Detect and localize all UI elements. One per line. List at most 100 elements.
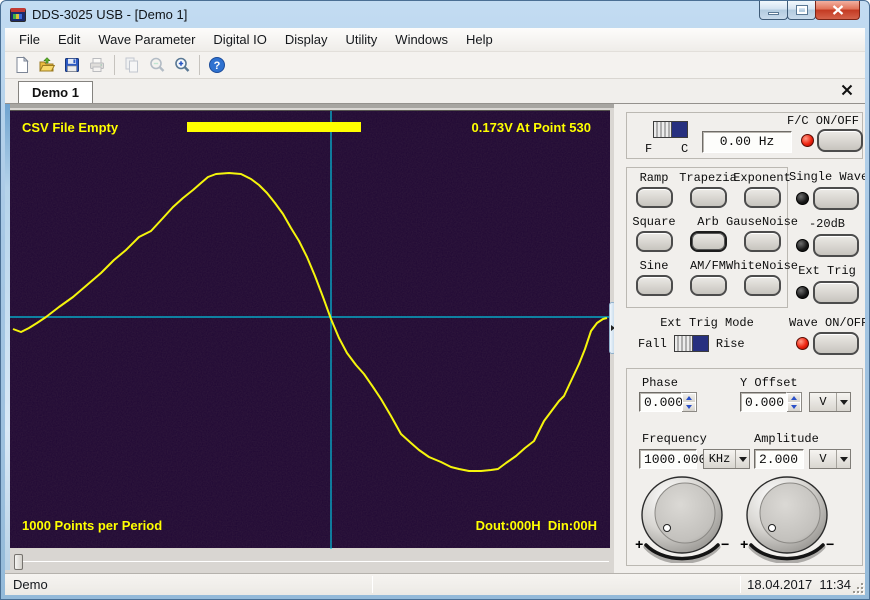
whitenoise-button[interactable] xyxy=(744,275,781,296)
phase-label: Phase xyxy=(642,376,678,390)
menu-help[interactable]: Help xyxy=(457,29,502,50)
spin-down-icon[interactable] xyxy=(787,402,801,411)
frequency-input[interactable]: 1000.000 xyxy=(639,449,697,469)
cursor-readout-text: 0.173V At Point 530 xyxy=(472,120,591,135)
minimize-button[interactable] xyxy=(759,1,788,20)
y-offset-spinner[interactable] xyxy=(787,392,802,412)
exponent-button[interactable] xyxy=(744,187,781,208)
spin-up-icon[interactable] xyxy=(682,393,696,402)
zoom-in-icon xyxy=(173,56,191,74)
knob-indicator-dot xyxy=(664,525,671,532)
save-button[interactable] xyxy=(60,53,84,77)
wave-onoff-button[interactable] xyxy=(813,332,859,355)
close-button[interactable] xyxy=(815,1,860,20)
arb-label: Arb xyxy=(690,215,727,229)
y-offset-input[interactable]: 0.000 xyxy=(740,392,787,412)
status-separator xyxy=(372,576,373,593)
tab-demo1[interactable]: Demo 1 xyxy=(18,81,93,103)
amplitude-knob[interactable]: + − xyxy=(737,475,837,563)
maximize-button[interactable] xyxy=(787,1,816,20)
amfm-button[interactable] xyxy=(690,275,727,296)
single-wave-button[interactable] xyxy=(813,187,859,210)
chevron-down-icon[interactable] xyxy=(836,450,850,468)
gausenoise-button[interactable] xyxy=(744,231,781,252)
menu-edit[interactable]: Edit xyxy=(49,29,89,50)
fc-onoff-button[interactable] xyxy=(817,129,863,152)
menu-digital-io[interactable]: Digital IO xyxy=(204,29,275,50)
menu-utility[interactable]: Utility xyxy=(337,29,387,50)
menu-windows[interactable]: Windows xyxy=(386,29,457,50)
close-icon xyxy=(832,5,844,15)
open-folder-icon xyxy=(38,56,56,74)
svg-text:+: + xyxy=(635,538,643,554)
window-title: DDS-3025 USB - [Demo 1] xyxy=(32,7,187,22)
svg-text:−: − xyxy=(826,538,834,554)
horizontal-trackbar[interactable] xyxy=(10,553,612,573)
trackbar-thumb[interactable] xyxy=(14,554,23,570)
fall-rise-switch[interactable] xyxy=(674,335,709,352)
frequency-label: Frequency xyxy=(642,432,707,446)
amplitude-unit-dropdown[interactable]: V xyxy=(809,449,851,469)
sine-button[interactable] xyxy=(636,275,673,296)
frequency-unit-dropdown[interactable]: KHz xyxy=(703,449,750,469)
app-icon xyxy=(10,8,26,22)
chevron-down-icon[interactable] xyxy=(735,450,749,468)
status-text: Demo xyxy=(13,577,48,592)
svg-text:+: + xyxy=(740,538,748,554)
print-button[interactable] xyxy=(85,53,109,77)
menu-wave-parameter[interactable]: Wave Parameter xyxy=(89,29,204,50)
menu-file[interactable]: File xyxy=(10,29,49,50)
phase-spinner[interactable] xyxy=(682,392,697,412)
fc-switch-handle[interactable] xyxy=(654,122,672,137)
fc-label-f: F xyxy=(645,142,652,156)
spin-up-icon[interactable] xyxy=(787,393,801,402)
waveform-canvas xyxy=(10,111,610,549)
parameters-group: Phase 0.000 Y Offset 0.000 xyxy=(626,368,863,566)
close-document-button[interactable] xyxy=(840,83,854,97)
help-button[interactable]: ? xyxy=(205,53,229,77)
zoom-out-button[interactable] xyxy=(145,53,169,77)
csv-status-text: CSV File Empty xyxy=(22,120,118,135)
progress-bar xyxy=(187,122,361,132)
amfm-label: AM/FM xyxy=(690,259,727,273)
square-label: Square xyxy=(632,215,675,229)
whitenoise-label: WhiteNoise xyxy=(726,259,798,273)
minus20db-label: -20dB xyxy=(789,217,865,231)
copy-button[interactable] xyxy=(120,53,144,77)
fc-label-c: C xyxy=(681,142,688,156)
fc-onoff-label: F/C ON/OFF xyxy=(787,114,859,128)
trapezia-button[interactable] xyxy=(690,187,727,208)
menu-display[interactable]: Display xyxy=(276,29,337,50)
copy-icon xyxy=(123,56,141,74)
ext-trig-led xyxy=(796,286,809,299)
minimize-icon xyxy=(768,12,779,15)
waveform-display[interactable]: CSV File Empty 0.173V At Point 530 1000 … xyxy=(10,110,610,548)
minus20db-button[interactable] xyxy=(813,234,859,257)
svg-text:?: ? xyxy=(214,60,221,72)
phase-input[interactable]: 0.000 xyxy=(639,392,682,412)
zoom-in-button[interactable] xyxy=(170,53,194,77)
fall-rise-switch-handle[interactable] xyxy=(675,336,693,351)
frequency-knob[interactable]: + − xyxy=(632,475,732,563)
ext-trig-button[interactable] xyxy=(813,281,859,304)
status-datetime: 18.04.2017 11:34 xyxy=(747,577,851,592)
wave-buttons-group: Ramp Trapezia Exponent Square Arb GauseN… xyxy=(626,167,788,308)
trackbar-groove[interactable] xyxy=(15,561,609,562)
arb-button[interactable] xyxy=(690,231,727,252)
ext-trig-mode-title: Ext Trig Mode xyxy=(626,316,788,330)
square-button[interactable] xyxy=(636,231,673,252)
chevron-down-icon[interactable] xyxy=(836,393,850,411)
resize-grip[interactable] xyxy=(851,581,863,593)
ramp-button[interactable] xyxy=(636,187,673,208)
wave-onoff-label: Wave ON/OFF xyxy=(789,316,865,330)
amplitude-input[interactable]: 2.000 xyxy=(754,449,804,469)
toolbar: ? xyxy=(5,52,865,79)
open-button[interactable] xyxy=(35,53,59,77)
y-offset-unit-dropdown[interactable]: V xyxy=(809,392,851,412)
toolbar-separator xyxy=(114,55,115,75)
fc-switch[interactable] xyxy=(653,121,688,138)
spin-down-icon[interactable] xyxy=(682,402,696,411)
side-buttons-column: Single Wave -20dB Ext Trig xyxy=(789,170,865,304)
new-button[interactable] xyxy=(10,53,34,77)
print-icon xyxy=(88,56,106,74)
